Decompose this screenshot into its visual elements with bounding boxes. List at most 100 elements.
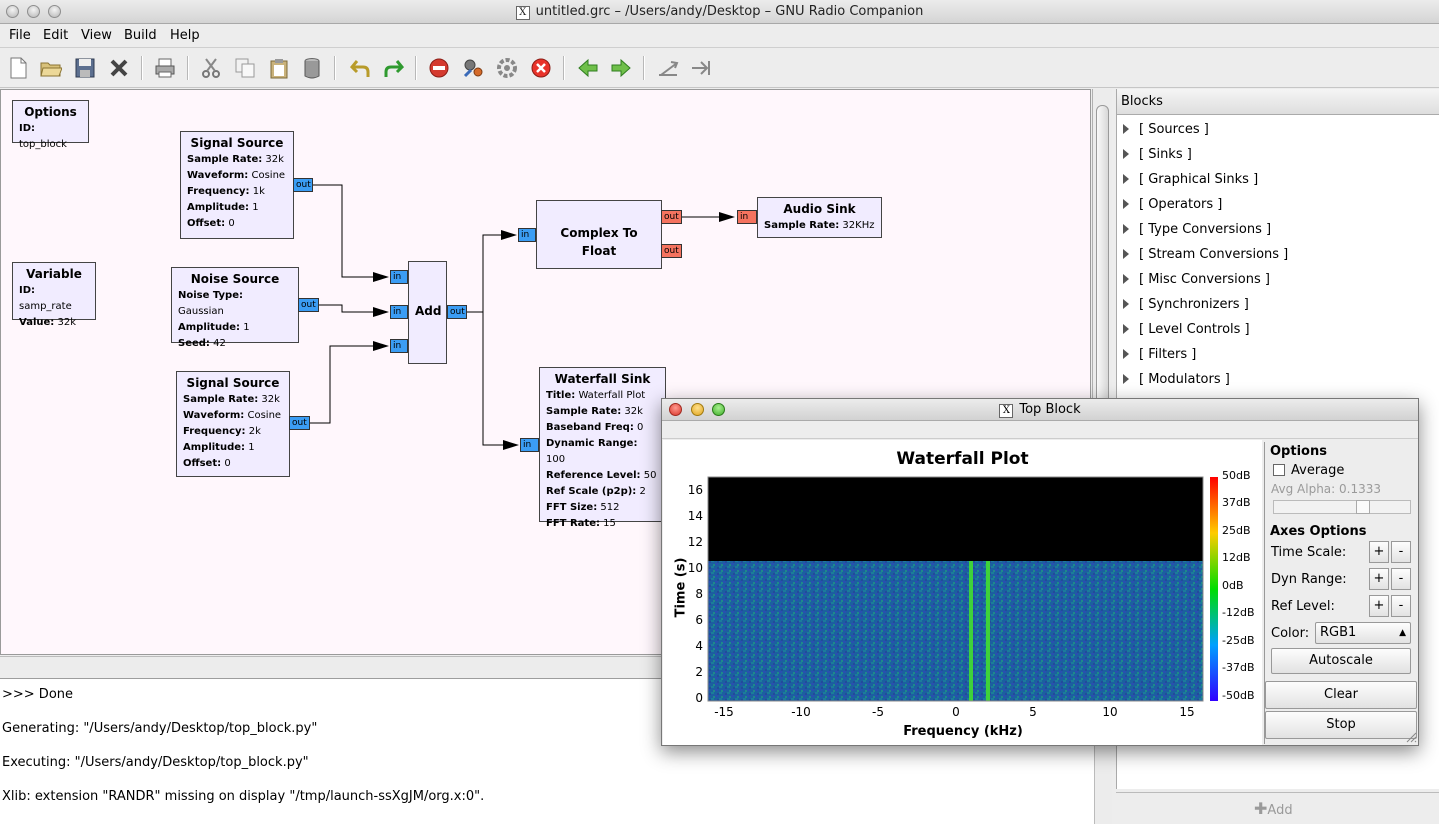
block-waterfall-sink[interactable]: Waterfall Sink Title: Waterfall Plot Sam…	[539, 367, 666, 529]
save-icon[interactable]	[73, 56, 97, 80]
stop-icon[interactable]	[529, 56, 553, 80]
block-add[interactable]: Add	[408, 261, 447, 364]
arrow-left-icon[interactable]	[576, 56, 600, 80]
tree-item-misc-conversions[interactable]: [ Misc Conversions ]	[1123, 272, 1270, 287]
app-window: Xuntitled.grc – /Users/andy/Desktop – GN…	[0, 0, 1439, 824]
expander-icon[interactable]	[1123, 324, 1129, 334]
expander-icon[interactable]	[1123, 299, 1129, 309]
tree-item-sources[interactable]: [ Sources ]	[1123, 122, 1209, 137]
port-in[interactable]: in	[520, 438, 539, 452]
slider-handle[interactable]	[1356, 500, 1370, 514]
x11-icon: X	[515, 6, 530, 20]
colorbar-tick: 50dB	[1222, 469, 1251, 482]
port-out[interactable]: out	[298, 298, 319, 312]
tree-item-sinks[interactable]: [ Sinks ]	[1123, 147, 1192, 162]
resize-grip-icon[interactable]	[1405, 731, 1417, 743]
block-signal-source-2[interactable]: Signal Source Sample Rate: 32k Waveform:…	[176, 371, 290, 477]
expander-icon[interactable]	[1123, 224, 1129, 234]
expander-icon[interactable]	[1123, 349, 1129, 359]
average-checkbox[interactable]	[1273, 464, 1285, 476]
select-arrows-icon: ▲	[1399, 628, 1406, 638]
copy-icon[interactable]	[233, 56, 257, 80]
port-out[interactable]: out	[289, 416, 310, 430]
print-icon[interactable]	[153, 56, 177, 80]
color-select[interactable]: RGB1 ▲	[1315, 622, 1411, 644]
expander-icon[interactable]	[1123, 249, 1129, 259]
stop-button[interactable]: Stop	[1265, 711, 1417, 739]
port-in[interactable]: in	[390, 305, 408, 319]
time-scale-plus-button[interactable]: +	[1369, 541, 1389, 563]
execute-icon[interactable]	[495, 56, 519, 80]
port-in[interactable]: in	[390, 339, 408, 353]
ref-level-minus-button[interactable]: -	[1391, 595, 1411, 617]
menu-edit[interactable]: Edit	[43, 28, 68, 43]
tree-item-synchronizers[interactable]: [ Synchronizers ]	[1123, 297, 1249, 312]
rotate-cw-icon[interactable]	[689, 56, 713, 80]
delete-icon[interactable]	[300, 56, 324, 80]
menu-view[interactable]: View	[81, 28, 112, 43]
port-out[interactable]: out	[447, 305, 467, 319]
tree-item-graphical-sinks[interactable]: [ Graphical Sinks ]	[1123, 172, 1258, 187]
redo-icon[interactable]	[382, 56, 406, 80]
block-audio-sink[interactable]: Audio Sink Sample Rate: 32KHz	[757, 197, 882, 238]
block-options[interactable]: Options ID: top_block	[12, 100, 89, 150]
tree-item-modulators[interactable]: [ Modulators ]	[1123, 372, 1230, 387]
y-axis-label: Time (s)	[673, 557, 689, 618]
port-in[interactable]: in	[390, 270, 408, 284]
open-icon[interactable]	[39, 56, 63, 80]
expander-icon[interactable]	[1123, 199, 1129, 209]
tree-item-filters[interactable]: [ Filters ]	[1123, 347, 1196, 362]
expander-icon[interactable]	[1123, 274, 1129, 284]
avg-alpha-slider[interactable]	[1273, 500, 1411, 514]
block-variable[interactable]: Variable ID: samp_rate Value: 32k	[12, 262, 96, 328]
expander-icon[interactable]	[1123, 374, 1129, 384]
toolbar-separator	[643, 56, 645, 80]
port-out[interactable]: out	[293, 178, 313, 192]
undo-icon[interactable]	[348, 56, 372, 80]
add-block-button[interactable]: ✚Add	[1254, 799, 1293, 818]
block-complex-to-float[interactable]: Complex To Float	[536, 200, 662, 269]
colorbar	[1210, 477, 1218, 701]
generate-icon[interactable]	[461, 56, 485, 80]
block-signal-source-1[interactable]: Signal Source Sample Rate: 32k Waveform:…	[180, 131, 294, 239]
ref-level-label: Ref Level:	[1271, 599, 1335, 614]
expander-icon[interactable]	[1123, 149, 1129, 159]
block-title: Audio Sink	[783, 202, 856, 216]
close-icon[interactable]	[107, 56, 131, 80]
plus-icon: ✚	[1254, 799, 1268, 818]
cut-icon[interactable]	[199, 56, 223, 80]
time-scale-minus-button[interactable]: -	[1391, 541, 1411, 563]
clear-button[interactable]: Clear	[1265, 681, 1417, 709]
new-icon[interactable]	[6, 56, 30, 80]
port-out[interactable]: out	[661, 244, 682, 258]
tree-item-type-conversions[interactable]: [ Type Conversions ]	[1123, 222, 1271, 237]
port-in[interactable]: in	[737, 210, 757, 224]
waterfall-svg	[707, 476, 1218, 702]
paste-icon[interactable]	[267, 56, 291, 80]
port-in[interactable]: in	[518, 228, 536, 242]
expander-icon[interactable]	[1123, 124, 1129, 134]
tree-item-operators[interactable]: [ Operators ]	[1123, 197, 1222, 212]
block-param: ID: top_block	[19, 123, 67, 150]
autoscale-button[interactable]: Autoscale	[1271, 648, 1411, 674]
menu-build[interactable]: Build	[124, 28, 157, 43]
block-library-header[interactable]: Blocks	[1117, 89, 1439, 115]
arrow-right-icon[interactable]	[609, 56, 633, 80]
scrollbar-thumb[interactable]	[1096, 105, 1109, 405]
kill-icon[interactable]	[427, 56, 451, 80]
tree-item-stream-conversions[interactable]: [ Stream Conversions ]	[1123, 247, 1288, 262]
block-noise-source[interactable]: Noise Source Noise Type: Gaussian Amplit…	[171, 267, 299, 349]
waterfall-plot[interactable]: Waterfall Plot 16 14 12 10 8 6 4 2 0 Tim…	[663, 440, 1262, 745]
expander-icon[interactable]	[1123, 174, 1129, 184]
menu-file[interactable]: File	[9, 28, 31, 43]
tree-item-level-controls[interactable]: [ Level Controls ]	[1123, 322, 1250, 337]
port-out[interactable]: out	[661, 210, 682, 224]
dyn-range-minus-button[interactable]: -	[1391, 568, 1411, 590]
dyn-range-label: Dyn Range:	[1271, 572, 1347, 587]
rotate-ccw-icon[interactable]	[656, 56, 680, 80]
ref-level-plus-button[interactable]: +	[1369, 595, 1389, 617]
menu-help[interactable]: Help	[170, 28, 200, 43]
dyn-range-plus-button[interactable]: +	[1369, 568, 1389, 590]
block-title: Waterfall Sink	[554, 372, 651, 386]
x-tick: -5	[872, 705, 884, 719]
